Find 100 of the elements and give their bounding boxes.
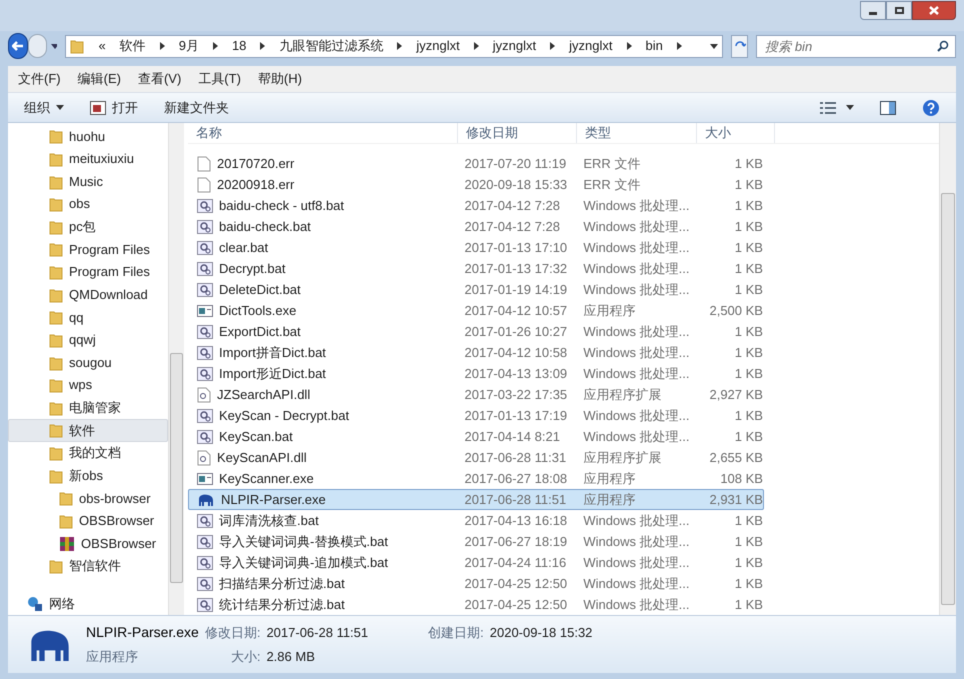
sidebar-item[interactable]: meituxiuxiu — [8, 148, 168, 170]
toolbar-button[interactable]: 打开 — [90, 96, 138, 120]
sidebar-item[interactable]: obs-browser — [8, 487, 168, 510]
sidebar-item[interactable]: huohu — [8, 125, 168, 148]
breadcrumb[interactable]: 18 — [232, 36, 246, 56]
file-row[interactable]: DictTools.exe 2017-04-12 10:57 应用程序 2,500 KB — [188, 300, 764, 321]
sidebar-item[interactable]: 软件 — [8, 419, 168, 442]
column-header[interactable]: 名称 — [188, 123, 458, 142]
date-cell-text: 2017-03-22 17:35 — [464, 386, 568, 404]
minimize-button[interactable] — [860, 1, 886, 20]
search-field[interactable]: 搜索 bin — [756, 34, 956, 58]
file-row[interactable]: KeyScanAPI.dll 2017-06-28 11:31 应用程序扩展 2,655 KB — [188, 447, 764, 468]
view-list-icon[interactable] — [820, 102, 836, 114]
folder-icon — [59, 490, 73, 506]
file-row[interactable]: 20200918.err 2020-09-18 15:33 ERR 文件 1 KB — [188, 174, 764, 195]
column-header[interactable]: 修改日期 — [458, 123, 577, 142]
details-label: 大小: — [230, 648, 260, 666]
sidebar-item[interactable]: pc包 — [8, 216, 168, 238]
close-button[interactable] — [912, 1, 956, 20]
scrollbar[interactable] — [939, 123, 956, 615]
sidebar-item[interactable]: 智信软件 — [8, 554, 168, 578]
breadcrumb[interactable]: jyznglxt — [569, 36, 612, 56]
help-icon[interactable] — [922, 98, 940, 116]
column-header[interactable]: 类型 — [577, 123, 697, 142]
menu-item[interactable]: 帮助(H) — [258, 69, 302, 89]
size-cell-text: 1 KB — [734, 280, 763, 299]
type-cell-text: 应用程序 — [582, 470, 636, 488]
breadcrumb[interactable]: « — [98, 36, 106, 56]
file-row[interactable]: clear.bat 2017-01-13 17:10 Windows 批处理... 1 KB — [188, 237, 764, 258]
file-name: clear.bat — [219, 238, 268, 257]
file-row[interactable]: 导入关键词词典-替换模式.bat 2017-06-27 18:19 Windows 批处理... 1 KB — [188, 531, 764, 552]
size-cell-text: 1 KB — [734, 596, 763, 614]
sidebar-item[interactable]: OBSBrowser — [8, 510, 168, 532]
gear-file-icon — [197, 324, 213, 340]
sidebar-item[interactable]: wps — [8, 374, 168, 396]
sidebar-item[interactable]: OBSBrowser — [8, 532, 168, 555]
file-row[interactable]: baidu-check - utf8.bat 2017-04-12 7:28 Windows 批处理... 1 KB — [188, 195, 764, 216]
file-row[interactable]: DeleteDict.bat 2017-01-19 14:19 Windows 批处理... 1 KB — [188, 279, 764, 300]
type-cell-text: Windows 批处理... — [582, 280, 690, 299]
size-cell-text: 108 KB — [719, 470, 763, 488]
sidebar-item[interactable]: sougou — [8, 351, 168, 374]
file-name: Import拼音Dict.bat — [219, 344, 326, 362]
refresh-button[interactable] — [730, 34, 748, 58]
file-row[interactable]: KeyScanner.exe 2017-06-27 18:08 应用程序 108 KB — [188, 468, 764, 489]
dropdown-arrow-icon[interactable] — [846, 105, 854, 110]
breadcrumb[interactable]: 九眼智能过滤系统 — [279, 36, 384, 56]
sidebar-item[interactable]: 电脑管家 — [8, 396, 168, 420]
file-row[interactable]: ExportDict.bat 2017-01-26 10:27 Windows 批处理... 1 KB — [188, 321, 764, 342]
menu-item[interactable]: 查看(V) — [138, 69, 182, 89]
sidebar-item[interactable]: Music — [8, 170, 168, 193]
file-row[interactable]: 扫描结果分析过滤.bat 2017-04-25 12:50 Windows 批处理... 1 KB — [188, 573, 764, 594]
chevron-icon — [676, 42, 682, 50]
folder-icon — [49, 558, 63, 574]
type-cell-text: Windows 批处理... — [582, 512, 690, 530]
back-button[interactable] — [8, 33, 28, 59]
file-row[interactable]: NLPIR-Parser.exe 2017-06-28 11:51 应用程序 2,931 KB — [188, 489, 764, 510]
file-row[interactable]: KeyScan - Decrypt.bat 2017-01-13 17:19 Windows 批处理... 1 KB — [188, 405, 764, 426]
file-name: baidu-check - utf8.bat — [219, 196, 344, 215]
type-cell-text: 应用程序 — [582, 490, 636, 509]
toolbar-button[interactable]: 新建文件夹 — [164, 96, 229, 120]
size-cell-text: 1 KB — [734, 406, 763, 425]
file-name: Import形近Dict.bat — [219, 364, 326, 383]
file-row[interactable]: Import形近Dict.bat 2017-04-13 13:09 Windows 批处理... 1 KB — [188, 363, 764, 384]
breadcrumb[interactable]: 软件 — [120, 36, 146, 56]
file-row[interactable]: JZSearchAPI.dll 2017-03-22 17:35 应用程序扩展 2,927 KB — [188, 384, 764, 405]
sidebar-item[interactable]: qqwj — [8, 328, 168, 352]
breadcrumb[interactable]: bin — [646, 36, 663, 56]
toolbar-button[interactable]: 组织 — [24, 96, 64, 120]
column-header[interactable]: 大小 — [697, 123, 775, 142]
address-bar[interactable]: « 软件 9月 18 九眼智能过滤系统 jyznglxt jyznglxt jyznglxt bin — [65, 34, 723, 58]
file-row[interactable]: baidu-check.bat 2017-04-12 7:28 Windows 批处理... 1 KB — [188, 216, 764, 237]
file-row[interactable]: 导入关键词词典-追加模式.bat 2017-04-24 11:16 Windows 批处理... 1 KB — [188, 552, 764, 573]
menu-item[interactable]: 工具(T) — [198, 69, 241, 89]
breadcrumb[interactable]: jyznglxt — [492, 36, 536, 56]
file-row[interactable]: 20170720.err 2017-07-20 11:19 ERR 文件 1 KB — [188, 153, 764, 174]
file-row[interactable]: Import拼音Dict.bat 2017-04-12 10:58 Windows 批处理... 1 KB — [188, 342, 764, 363]
sidebar-item[interactable]: Program Files — [8, 260, 168, 284]
sidebar-item[interactable]: 网络 — [8, 592, 168, 615]
back-arrow-icon — [12, 41, 24, 51]
menu-item[interactable]: 文件(F) — [18, 69, 61, 89]
type-cell-text: Windows 批处理... — [582, 554, 690, 572]
sidebar-item[interactable]: Program Files — [8, 238, 168, 261]
file-row[interactable]: 词库清洗核查.bat 2017-04-13 16:18 Windows 批处理... 1 KB — [188, 510, 764, 531]
type-cell-text: 应用程序 — [582, 302, 636, 320]
file-row[interactable]: KeyScan.bat 2017-04-14 8:21 Windows 批处理... 1 KB — [188, 426, 764, 447]
sidebar-item[interactable]: obs — [8, 192, 168, 216]
sidebar-item[interactable]: QMDownload — [8, 283, 168, 306]
scrollbar[interactable] — [168, 123, 184, 615]
sidebar-item[interactable]: 我的文档 — [8, 442, 168, 464]
folder-icon — [49, 128, 63, 144]
breadcrumb[interactable]: jyznglxt — [416, 36, 460, 56]
sidebar-item[interactable]: 新obs — [8, 464, 168, 487]
menu-item[interactable]: 编辑(E) — [78, 69, 121, 89]
sidebar-item[interactable]: qq — [8, 306, 168, 329]
breadcrumb[interactable]: 9月 — [178, 36, 199, 56]
preview-pane-icon[interactable] — [880, 100, 896, 114]
maximize-button[interactable] — [886, 1, 912, 20]
file-row[interactable]: Decrypt.bat 2017-01-13 17:32 Windows 批处理... 1 KB — [188, 258, 764, 279]
file-row[interactable]: 统计结果分析过滤.bat 2017-04-25 12:50 Windows 批处理... 1 KB — [188, 594, 764, 615]
size-cell-text: 1 KB — [734, 176, 763, 194]
